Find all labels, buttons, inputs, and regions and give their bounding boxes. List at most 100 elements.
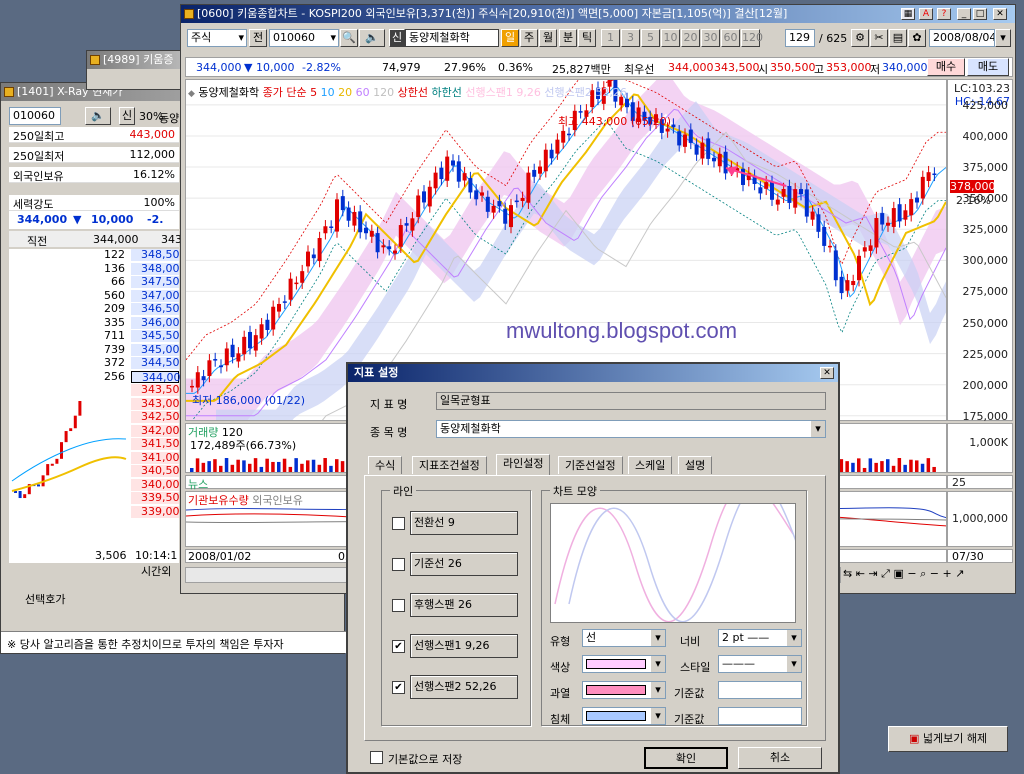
w4989-titlebar[interactable]: [4989] 키움증 — [87, 51, 195, 69]
line-checkbox[interactable] — [392, 599, 405, 612]
price-axis[interactable]: LC:103.23 HC:-14.67 378,000 2.16% 425,00… — [947, 79, 1013, 423]
interval-button[interactable]: 30 — [701, 29, 720, 47]
orderbook-price[interactable]: 341,50 — [131, 438, 180, 450]
interval-button[interactable]: 3 — [621, 29, 640, 47]
color-select[interactable]: ▾ — [582, 655, 666, 673]
stock-name-field[interactable]: 동양제철화학 — [405, 29, 499, 47]
line-name-box[interactable]: 선행스팬2 52,26 — [410, 675, 518, 699]
style-select[interactable]: ——— ▾ — [718, 655, 802, 673]
xray-sound-button[interactable]: 🔈 — [85, 107, 111, 125]
alert-icon[interactable]: A — [919, 8, 933, 20]
settings-icon[interactable]: ⚙ — [851, 29, 869, 47]
line-checkbox[interactable]: ✔ — [392, 681, 405, 694]
tab-condition[interactable]: 지표조건설정 — [412, 456, 487, 474]
line-checkbox[interactable] — [392, 558, 405, 571]
help-icon[interactable]: ? — [937, 8, 951, 20]
window-toolbar-icon[interactable]: ▦ — [901, 8, 915, 20]
base1-input[interactable] — [718, 681, 802, 699]
period-button-minute[interactable]: 분 — [559, 29, 577, 47]
line-name-box[interactable]: 후행스팬 26 — [410, 593, 518, 617]
period-button-month[interactable]: 월 — [539, 29, 557, 47]
xray-credit-button[interactable]: 신 — [119, 107, 135, 125]
chart-titlebar[interactable]: [0600] 키움종합차트 - KOSPI200 외국인보유[3,371(천)]… — [181, 5, 1015, 23]
interval-button[interactable]: 1 — [601, 29, 620, 47]
stock-code-input[interactable]: 010060 ▾ — [269, 29, 339, 47]
period-button-week[interactable]: 주 — [520, 29, 538, 47]
overheat-color-select[interactable]: ▾ — [582, 681, 666, 699]
interval-button[interactable]: 10 — [661, 29, 680, 47]
sell-button[interactable]: 매도 — [967, 58, 1009, 76]
tools-icon[interactable]: ✂ — [870, 29, 888, 47]
orderbook-price[interactable]: 344,50 — [131, 357, 180, 369]
cancel-button[interactable]: 취소 — [738, 747, 822, 769]
line-checkbox[interactable]: ✔ — [392, 640, 405, 653]
print-icon[interactable]: ▣ — [893, 567, 903, 580]
dialog-close-button[interactable]: ✕ — [820, 367, 834, 379]
line-name-box[interactable]: 선행스팬1 9,26 — [410, 634, 518, 658]
save-icon[interactable]: ▤ — [889, 29, 907, 47]
orderbook-price[interactable]: 346,50 — [131, 303, 180, 315]
orderbook-price[interactable]: 348,00 — [131, 262, 180, 275]
orderbook-price[interactable]: 346,00 — [131, 316, 180, 329]
dialog-titlebar[interactable]: 지표 설정 — [348, 364, 838, 382]
orderbook-price[interactable]: 341,00 — [131, 451, 180, 464]
expand-icon[interactable]: ↗ — [955, 567, 964, 580]
orderbook-price[interactable]: 347,50 — [131, 276, 180, 288]
tab-formula[interactable]: 수식 — [368, 456, 403, 474]
minus-icon[interactable]: − — [907, 567, 916, 580]
fullview-toggle-button[interactable]: ▣ 넓게보기 해제 — [888, 726, 1008, 752]
xray-code-input[interactable]: 010060 — [9, 107, 61, 125]
orderbook-price[interactable]: 343,00 — [131, 397, 180, 410]
zoom-in-icon[interactable]: ⇥ — [868, 567, 877, 580]
interval-button[interactable]: 120 — [741, 29, 763, 47]
close-button[interactable]: ✕ — [993, 8, 1007, 20]
period-button-day[interactable]: 일 — [501, 29, 519, 47]
plus-icon[interactable]: + — [942, 567, 951, 580]
tab-baseline[interactable]: 기준선설정 — [558, 456, 623, 474]
stock-name-select[interactable]: 동양제철화학 ▾ — [436, 420, 826, 438]
legend-toggle-icon[interactable]: ◆ — [188, 89, 195, 99]
tab-scale[interactable]: 스케일 — [628, 456, 673, 474]
tab-line-settings[interactable]: 라인설정 — [496, 454, 551, 475]
save-default-checkbox[interactable] — [370, 751, 383, 764]
orderbook-price[interactable]: 344,00 — [131, 370, 181, 383]
all-button[interactable]: 전 — [249, 29, 267, 47]
line-name-box[interactable]: 전환선 9 — [410, 511, 518, 535]
ok-button[interactable]: 확인 — [644, 747, 728, 769]
orderbook-price[interactable]: 347,00 — [131, 289, 180, 302]
orderbook-price[interactable]: 340,00 — [131, 478, 180, 491]
interval-button[interactable]: 20 — [681, 29, 700, 47]
orderbook-price[interactable]: 342,50 — [131, 411, 180, 423]
minus-button-icon[interactable]: − — [930, 567, 939, 580]
orderbook-price[interactable]: 340,50 — [131, 465, 180, 477]
fit-icon[interactable]: ⤢ — [881, 567, 890, 580]
date-input[interactable]: 2008/08/04 — [929, 29, 995, 47]
credit-button[interactable]: 신 — [389, 29, 405, 47]
orderbook-price[interactable]: 343,50 — [131, 384, 180, 396]
line-name-box[interactable]: 기준선 26 — [410, 552, 518, 576]
search-button[interactable]: 🔍 — [340, 29, 358, 47]
period-button-tick[interactable]: 틱 — [578, 29, 596, 47]
width-select[interactable]: 2 pt —— ▾ — [718, 629, 802, 647]
maximize-button[interactable]: □ — [973, 8, 987, 20]
base2-input[interactable] — [718, 707, 802, 725]
buy-button[interactable]: 매수 — [927, 58, 965, 76]
orderbook-price[interactable]: 345,00 — [131, 343, 180, 356]
interval-button[interactable]: 5 — [641, 29, 660, 47]
gear-icon[interactable]: ✿ — [908, 29, 926, 47]
orderbook-price[interactable]: 342,00 — [131, 424, 180, 437]
orderbook-price[interactable]: 339,50 — [131, 492, 180, 504]
minimize-button[interactable]: _ — [957, 8, 971, 20]
magnifier-icon[interactable]: ⌕ — [920, 567, 926, 580]
zoom-out-icon[interactable]: ⇤ — [856, 567, 865, 580]
sound-button[interactable]: 🔈 — [359, 29, 385, 47]
market-type-select[interactable]: 주식 ▾ — [187, 29, 247, 47]
orderbook-price[interactable]: 339,00 — [131, 505, 180, 518]
sink-color-select[interactable]: ▾ — [582, 707, 666, 725]
line-checkbox[interactable] — [392, 517, 405, 530]
orderbook-price[interactable]: 348,50 — [131, 249, 180, 261]
cursor-icon[interactable]: ⇆ — [843, 567, 852, 580]
count-input[interactable]: 129 — [785, 29, 815, 47]
type-select[interactable]: 선 ▾ — [582, 629, 666, 647]
tab-description[interactable]: 설명 — [678, 456, 713, 474]
